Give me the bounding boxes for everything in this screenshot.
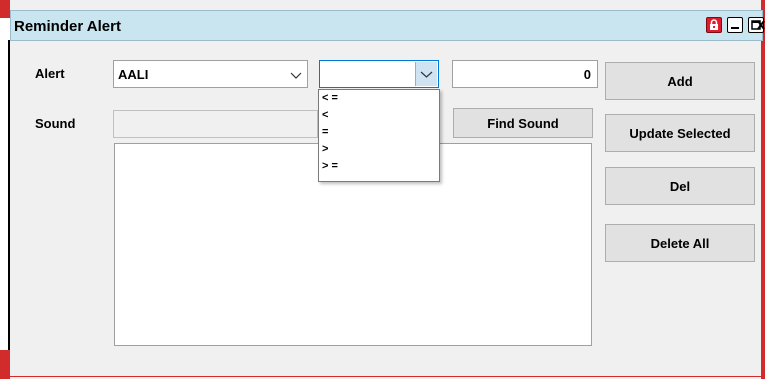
window-left-edge <box>0 0 10 379</box>
operator-option[interactable]: > = <box>319 158 439 175</box>
sound-label: Sound <box>35 116 76 131</box>
del-button[interactable]: Del <box>605 167 755 205</box>
operator-dropdown-list[interactable]: < = < = > > = <box>318 89 440 182</box>
title-bar[interactable]: Reminder Alert <box>10 10 765 41</box>
edge-accent-top <box>0 0 10 18</box>
close-button[interactable] <box>757 17 765 33</box>
operator-option[interactable]: < = <box>319 90 439 107</box>
edge-line <box>8 40 10 375</box>
chevron-down-icon <box>420 71 433 78</box>
reminder-alert-window: Reminder Alert Alert AALI 0 Sound Find S… <box>0 0 765 379</box>
lock-button[interactable] <box>706 17 722 33</box>
edge-accent-bottom <box>0 350 10 379</box>
find-sound-button[interactable]: Find Sound <box>453 108 593 138</box>
operator-dropdown-button[interactable] <box>415 62 437 86</box>
close-icon <box>757 20 765 30</box>
window-title: Reminder Alert <box>14 18 121 35</box>
chevron-down-icon <box>290 72 302 79</box>
lock-icon <box>710 19 718 30</box>
alert-label: Alert <box>35 66 65 81</box>
add-button[interactable]: Add <box>605 62 755 100</box>
update-selected-button[interactable]: Update Selected <box>605 114 755 152</box>
operator-option[interactable]: < <box>319 107 439 124</box>
symbol-combobox[interactable]: AALI <box>113 60 308 88</box>
operator-option[interactable]: > <box>319 141 439 158</box>
operator-option[interactable]: = <box>319 124 439 141</box>
delete-all-button[interactable]: Delete All <box>605 224 755 262</box>
threshold-value: 0 <box>583 67 591 82</box>
operator-combobox[interactable] <box>319 60 439 88</box>
sound-path-field[interactable] <box>113 110 318 138</box>
minimize-button[interactable] <box>727 17 743 33</box>
minimize-icon <box>731 27 739 29</box>
symbol-value: AALI <box>118 67 149 82</box>
window-right-edge <box>761 0 765 379</box>
threshold-input[interactable]: 0 <box>452 60 598 88</box>
window-bottom-edge <box>10 376 761 377</box>
